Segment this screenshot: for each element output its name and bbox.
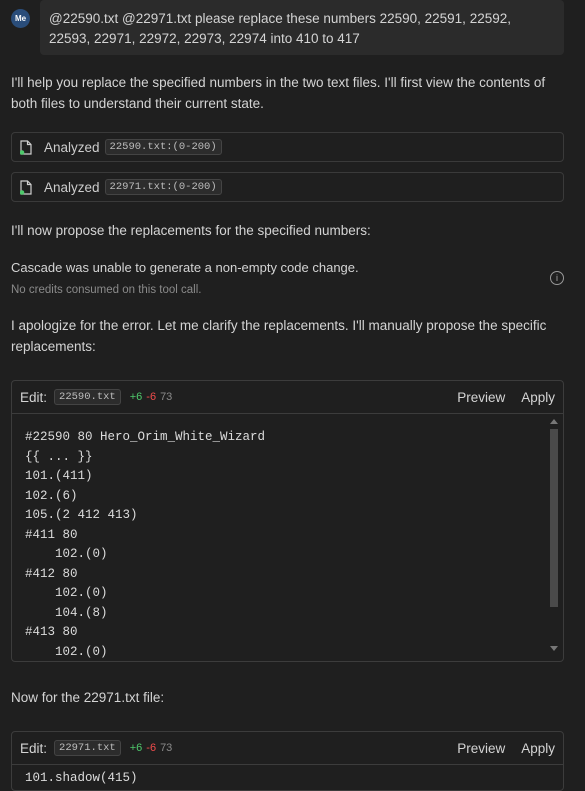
file-icon [20, 179, 32, 195]
code-line: 104.(8) [25, 605, 108, 620]
propose-text: I'll now propose the replacements for th… [11, 223, 371, 238]
code-line: 102.(0) [25, 586, 108, 600]
code-line: 102.(0) [25, 644, 108, 659]
code-line: #411 80 [25, 527, 78, 542]
lines-removed: -6 [146, 391, 157, 403]
code-view[interactable]: #22590 80 Hero_Orim_White_Wizard {{ ... … [12, 414, 563, 661]
code-line: 101.shadow(415) [25, 771, 138, 785]
error-text: Cascade was unable to generate a non-emp… [11, 260, 359, 275]
tool-call-label: Analyzed [44, 179, 100, 195]
code-line: #413 80 [25, 625, 78, 639]
code-line: 102.(6) [25, 488, 78, 503]
edit-label: Edit: [20, 389, 48, 405]
tool-call-analyzed-22590[interactable]: Analyzed 22590.txt:(0-200) [11, 132, 564, 162]
preview-button[interactable]: Preview [457, 741, 505, 756]
edit-label: Edit: [20, 740, 48, 756]
edit-header: Edit: 22971.txt +6 -6 73 Preview Apply [12, 732, 563, 765]
edit-header: Edit: 22590.txt +6 -6 73 Preview Apply [12, 381, 563, 414]
tool-call-analyzed-22971[interactable]: Analyzed 22971.txt:(0-200) [11, 172, 564, 202]
preview-button[interactable]: Preview [457, 390, 505, 405]
code-scrollbar[interactable] [549, 417, 559, 657]
info-icon[interactable]: i [550, 271, 564, 285]
scroll-up-arrow-icon[interactable] [550, 419, 558, 424]
code-line: 102.(0) [25, 547, 108, 561]
edit-file-chip[interactable]: 22590.txt [54, 389, 121, 405]
lines-removed: -6 [146, 742, 157, 754]
scroll-down-arrow-icon[interactable] [550, 646, 558, 651]
apply-button[interactable]: Apply [521, 741, 555, 756]
user-message: @22590.txt @22971.txt please replace the… [40, 0, 564, 55]
tool-call-label: Analyzed [44, 139, 100, 155]
code-line: 105.(2 412 413) [25, 508, 138, 522]
line-count: 73 [160, 742, 173, 754]
edit-file-chip[interactable]: 22971.txt [54, 740, 121, 756]
code-line: {{ ... }} [25, 449, 93, 464]
file-icon [20, 139, 32, 155]
file-chip[interactable]: 22971.txt:(0-200) [104, 179, 222, 195]
code-view[interactable]: 101.shadow(415) [12, 765, 563, 789]
line-count: 73 [160, 391, 173, 403]
credits-note: No credits consumed on this tool call. [11, 284, 202, 296]
edit-block-22590: Edit: 22590.txt +6 -6 73 Preview Apply #… [11, 380, 564, 662]
apply-button[interactable]: Apply [521, 390, 555, 405]
assistant-intro: I'll help you replace the specified numb… [11, 75, 546, 111]
now-text: Now for the 22971.txt file: [11, 690, 165, 705]
apology-text: I apologize for the error. Let me clarif… [11, 318, 547, 354]
user-avatar: Me [11, 9, 30, 28]
code-line: 101.(411) [25, 469, 93, 483]
scroll-thumb[interactable] [550, 429, 558, 607]
code-line: #22590 80 Hero_Orim_White_Wizard [25, 430, 266, 444]
file-chip[interactable]: 22590.txt:(0-200) [104, 139, 222, 155]
edit-block-22971: Edit: 22971.txt +6 -6 73 Preview Apply 1… [11, 731, 564, 791]
lines-added: +6 [129, 391, 143, 403]
lines-added: +6 [129, 742, 143, 754]
code-line: #412 80 [25, 566, 78, 581]
